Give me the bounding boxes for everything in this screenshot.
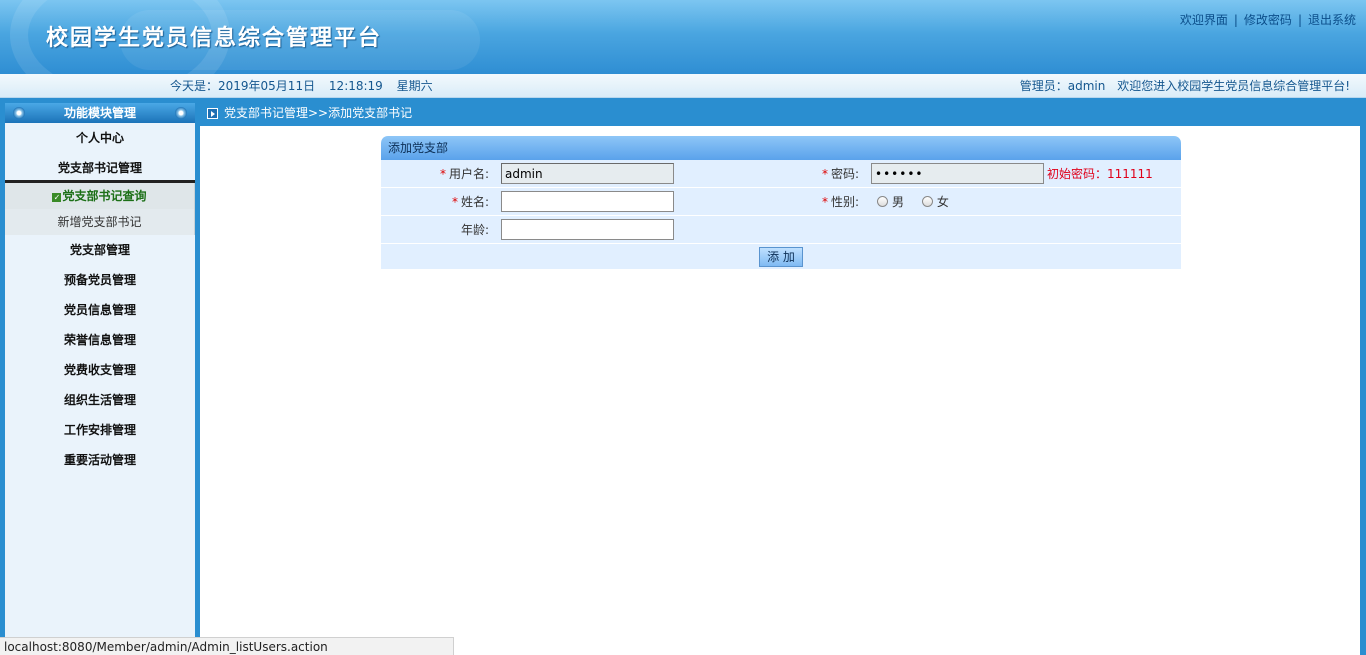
top-links: 欢迎界面 | 修改密码 | 退出系统 — [1180, 11, 1356, 28]
sidebar-item-important-activities[interactable]: 重要活动管理 — [5, 445, 195, 475]
label-text: 密码: — [830, 167, 859, 181]
sidebar: 功能模块管理 个人中心 党支部书记管理 ✓ 党支部书记查询 新增党支部书记 党支部… — [5, 103, 195, 655]
label-text: 姓名: — [460, 195, 489, 209]
username-cell — [501, 163, 791, 184]
label-text: 性别: — [830, 195, 859, 209]
sidebar-item-secretary-management[interactable]: 党支部书记管理 — [5, 153, 195, 183]
change-password-link[interactable]: 修改密码 — [1244, 13, 1292, 27]
main-frame: 功能模块管理 个人中心 党支部书记管理 ✓ 党支部书记查询 新增党支部书记 党支部… — [0, 98, 1366, 655]
check-icon: ✓ — [52, 193, 62, 202]
name-input[interactable] — [501, 191, 674, 212]
gender-female-radio[interactable] — [921, 196, 933, 207]
add-form-panel: 添加党支部 *用户名: *密码: 初始密码：111111 *姓名: *性别: 男… — [381, 136, 1181, 270]
sidebar-header: 功能模块管理 — [5, 103, 195, 123]
submenu-item-label: 党支部书记查询 — [62, 189, 147, 203]
link-separator: | — [1297, 13, 1302, 27]
password-hint: 初始密码：111111 — [1047, 166, 1153, 181]
info-bar: 今天是：2019年05月11日 12:18:19 星期六 管理员：admin 欢… — [0, 74, 1366, 98]
add-button[interactable]: 添 加 — [759, 246, 803, 267]
password-cell: 初始密码：111111 — [871, 163, 1181, 184]
submenu: ✓ 党支部书记查询 新增党支部书记 — [5, 183, 195, 235]
name-cell — [501, 191, 791, 212]
required-mark: * — [821, 167, 828, 181]
username-input[interactable] — [501, 163, 674, 184]
sidebar-item-dues[interactable]: 党费收支管理 — [5, 355, 195, 385]
weekday-label: 星期六 — [396, 79, 433, 93]
date-label: 今天是：2019年05月11日 — [170, 79, 316, 93]
sidebar-item-work-schedule[interactable]: 工作安排管理 — [5, 415, 195, 445]
age-label: 年龄: — [460, 223, 489, 237]
gender-male-label: 男 — [892, 195, 905, 209]
circle-icon — [13, 107, 25, 119]
name-label: * 姓名: — [381, 193, 501, 210]
sidebar-item-honor-info[interactable]: 荣誉信息管理 — [5, 325, 195, 355]
username-label: * 用户名: — [381, 165, 501, 182]
circle-icon — [175, 107, 187, 119]
sidebar-title: 功能模块管理 — [63, 106, 136, 120]
form-row: 年龄: — [381, 216, 1181, 244]
welcome-link[interactable]: 欢迎界面 — [1180, 13, 1228, 27]
sidebar-item-member-info[interactable]: 党员信息管理 — [5, 295, 195, 325]
gender-female-label: 女 — [936, 195, 949, 209]
password-label: * 密码: — [791, 165, 871, 182]
form-title: 添加党支部 — [381, 136, 1181, 160]
sidebar-item-personal-center[interactable]: 个人中心 — [5, 123, 195, 153]
breadcrumb-text: 党支部书记管理>>添加党支部书记 — [224, 106, 413, 120]
sidebar-item-probationary-members[interactable]: 预备党员管理 — [5, 265, 195, 295]
time-label: 12:18:19 — [328, 79, 383, 93]
admin-label: 管理员：admin — [1019, 79, 1106, 93]
content-area: 添加党支部 *用户名: *密码: 初始密码：111111 *姓名: *性别: 男… — [200, 126, 1360, 655]
app-title: 校园学生党员信息综合管理平台 — [46, 25, 383, 51]
date-display: 今天是：2019年05月11日 12:18:19 星期六 — [170, 74, 443, 98]
app-header: 校园学生党员信息综合管理平台 欢迎界面 | 修改密码 | 退出系统 — [0, 0, 1366, 74]
form-row: *用户名: *密码: 初始密码：111111 — [381, 160, 1181, 188]
breadcrumb: 党支部书记管理>>添加党支部书记 — [207, 105, 412, 121]
arrow-right-icon — [207, 108, 218, 119]
sidebar-item-branch-management[interactable]: 党支部管理 — [5, 235, 195, 265]
required-mark: * — [821, 195, 828, 209]
welcome-text: 欢迎您进入校园学生党员信息综合管理平台! — [1117, 79, 1350, 93]
required-mark: * — [451, 195, 458, 209]
sidebar-item-organization-life[interactable]: 组织生活管理 — [5, 385, 195, 415]
gender-label: * 性别: — [791, 193, 871, 210]
submenu-item-add-secretary[interactable]: 新增党支部书记 — [5, 209, 194, 235]
age-input[interactable] — [501, 219, 674, 240]
logout-link[interactable]: 退出系统 — [1308, 13, 1356, 27]
gender-male-radio[interactable] — [877, 196, 888, 207]
age-cell — [501, 219, 791, 240]
browser-status-bar: localhost:8080/Member/admin/Admin_listUs… — [0, 637, 454, 655]
submenu-item-secretary-query[interactable]: ✓ 党支部书记查询 — [5, 183, 194, 209]
password-input[interactable] — [871, 163, 1044, 184]
form-actions: 添 加 — [381, 244, 1181, 270]
required-mark: * — [439, 167, 446, 181]
gender-cell: 男 女 — [871, 193, 1181, 210]
link-separator: | — [1233, 13, 1238, 27]
label-text: 用户名: — [448, 167, 489, 181]
admin-info: 管理员：admin 欢迎您进入校园学生党员信息综合管理平台! — [1012, 74, 1350, 98]
form-row: * 姓名: * 性别: 男 女 — [381, 188, 1181, 216]
